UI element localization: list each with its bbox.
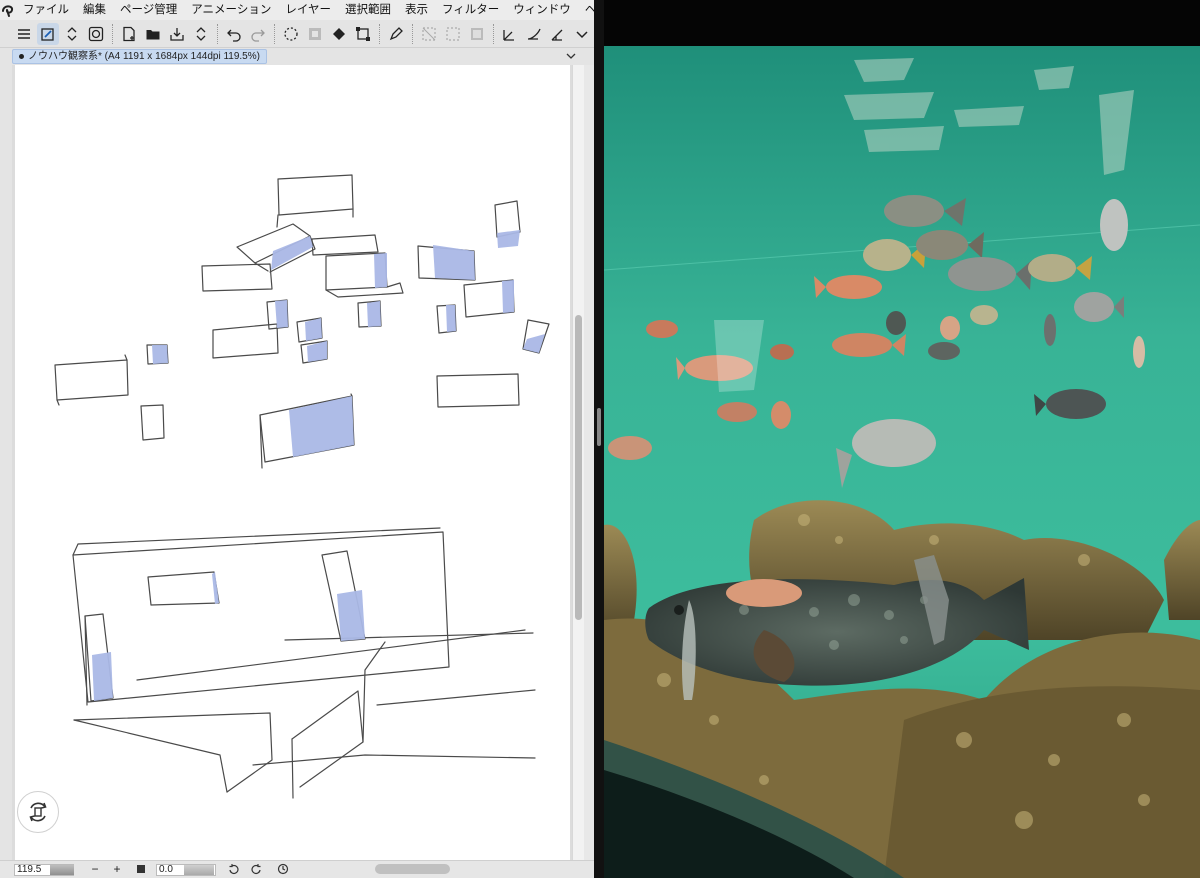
- sub-view-icon[interactable]: [37, 22, 59, 45]
- pen-icon[interactable]: [385, 23, 407, 45]
- zoom-in-button[interactable]: +: [110, 862, 124, 876]
- toolbar-separator: [493, 23, 494, 44]
- redo-icon[interactable]: [247, 23, 269, 45]
- fill-icon[interactable]: [328, 23, 350, 45]
- document-tab-label: ノウハウ観察系* (A4 1191 x 1684px 144dpi 119.5%…: [28, 51, 260, 62]
- menu-icon[interactable]: [13, 23, 35, 45]
- undo-icon[interactable]: [223, 23, 245, 45]
- sketch-drawing: [54, 174, 550, 799]
- new-file-icon[interactable]: [118, 23, 140, 45]
- menu-page-management[interactable]: ページ管理: [113, 0, 184, 20]
- menu-view[interactable]: 表示: [398, 0, 435, 20]
- rotate-left-icon[interactable]: [226, 862, 240, 876]
- clip-studio-logo-icon[interactable]: [0, 0, 16, 20]
- zoom-out-button[interactable]: −: [88, 862, 102, 876]
- menu-edit[interactable]: 編集: [76, 0, 113, 20]
- split-divider-handle[interactable]: [597, 408, 601, 446]
- split-view-divider[interactable]: [594, 0, 604, 878]
- snap-ruler-icon[interactable]: [499, 23, 521, 45]
- snap-special-ruler-icon[interactable]: [523, 23, 545, 45]
- canvas-area[interactable]: [12, 65, 572, 860]
- toolbar-separator: [379, 23, 380, 44]
- stepper-icon[interactable]: [61, 23, 83, 45]
- menu-file[interactable]: ファイル: [16, 0, 76, 20]
- fit-stop-icon[interactable]: [134, 862, 148, 876]
- toolbar-separator: [112, 23, 113, 44]
- clear-outside-icon[interactable]: [304, 23, 326, 45]
- vertical-scrollbar[interactable]: [572, 65, 584, 860]
- ruler-icon[interactable]: [466, 23, 488, 45]
- hide-selection-icon[interactable]: [418, 23, 440, 45]
- horizontal-scroll-thumb[interactable]: [375, 864, 450, 874]
- document-tab-bar: ノウハウ観察系* (A4 1191 x 1684px 144dpi 119.5%…: [0, 48, 594, 65]
- clip-studio-window: ファイル 編集 ページ管理 アニメーション レイヤー 選択範囲 表示 フィルター…: [0, 0, 594, 878]
- toolbar-separator: [274, 23, 275, 44]
- snap-grid-icon[interactable]: [547, 23, 569, 45]
- menu-selection[interactable]: 選択範囲: [338, 0, 398, 20]
- menu-window[interactable]: ウィンドウ: [506, 0, 578, 20]
- navigator-icon[interactable]: [85, 23, 107, 45]
- vertical-scroll-thumb[interactable]: [575, 315, 582, 620]
- save-icon[interactable]: [166, 23, 188, 45]
- transform-icon[interactable]: [352, 23, 374, 45]
- document-tab[interactable]: ノウハウ観察系* (A4 1191 x 1684px 144dpi 119.5%…: [12, 49, 267, 64]
- left-edge-strip: [0, 20, 12, 878]
- clear-icon[interactable]: [280, 23, 302, 45]
- open-icon[interactable]: [142, 23, 164, 45]
- tab-menu-chevron-icon[interactable]: [564, 49, 578, 63]
- menu-bar: ファイル 編集 ページ管理 アニメーション レイヤー 選択範囲 表示 フィルター…: [0, 0, 594, 20]
- menu-help[interactable]: ヘ: [578, 0, 594, 20]
- menu-animation[interactable]: アニメーション: [184, 0, 278, 20]
- command-bar: [0, 20, 594, 48]
- more-chevron-icon[interactable]: [571, 23, 593, 45]
- unsaved-dot-icon: [19, 54, 24, 59]
- toolbar-separator: [412, 23, 413, 44]
- rotation-slider[interactable]: [184, 865, 214, 875]
- zoom-slider[interactable]: [50, 865, 74, 875]
- menu-layer[interactable]: レイヤー: [278, 0, 338, 20]
- selection-launcher-icon[interactable]: [442, 23, 464, 45]
- aquarium-scene: [604, 0, 1200, 878]
- menu-filter[interactable]: フィルター: [435, 0, 506, 20]
- rotate-right-icon[interactable]: [250, 862, 264, 876]
- save-stepper-icon[interactable]: [190, 23, 212, 45]
- reset-rotation-icon[interactable]: [276, 862, 290, 876]
- toolbar-separator: [217, 23, 218, 44]
- aquarium-photo: [604, 0, 1200, 878]
- canvas-rotate-reset-button[interactable]: [17, 791, 59, 833]
- rotate-reset-icon: [29, 802, 47, 822]
- canvas-paper[interactable]: [15, 65, 570, 860]
- status-bar: 119.5 − + 0.0: [0, 860, 594, 878]
